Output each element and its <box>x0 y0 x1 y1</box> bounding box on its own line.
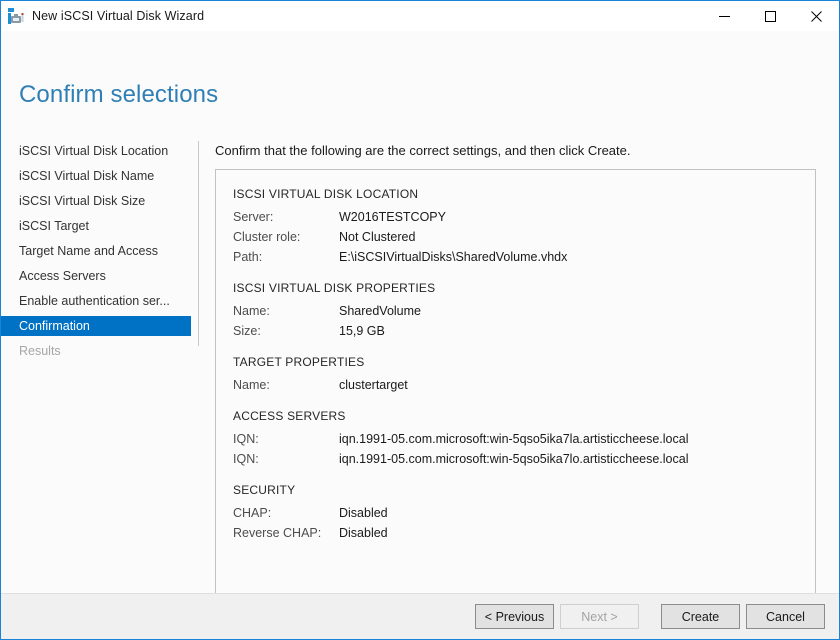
row-label: Name: <box>233 304 339 318</box>
summary-row: Name:clustertarget <box>233 375 815 395</box>
summary-row: Path:E:\iSCSIVirtualDisks\SharedVolume.v… <box>233 247 815 267</box>
row-label: Server: <box>233 210 339 224</box>
row-label: Path: <box>233 250 339 264</box>
nav-step-2[interactable]: iSCSI Virtual Disk Size <box>1 191 191 211</box>
summary-section: ISCSI VIRTUAL DISK LOCATION Server:W2016T… <box>233 187 815 267</box>
row-value: iqn.1991-05.com.microsoft:win-5qso5ika7l… <box>339 452 688 466</box>
section-title: ISCSI VIRTUAL DISK LOCATION <box>233 187 815 201</box>
summary-row: IQN:iqn.1991-05.com.microsoft:win-5qso5i… <box>233 449 815 469</box>
row-value: SharedVolume <box>339 304 421 318</box>
previous-button[interactable]: < Previous <box>475 604 554 629</box>
nav-divider <box>198 141 199 346</box>
section-title: ISCSI VIRTUAL DISK PROPERTIES <box>233 281 815 295</box>
row-value: iqn.1991-05.com.microsoft:win-5qso5ika7l… <box>339 432 688 446</box>
next-button: Next > <box>560 604 639 629</box>
row-label: IQN: <box>233 432 339 446</box>
summary-section: TARGET PROPERTIES Name:clustertarget <box>233 355 815 395</box>
window-controls <box>701 1 839 31</box>
section-title: TARGET PROPERTIES <box>233 355 815 369</box>
wizard-content: Confirm selections iSCSI Virtual Disk Lo… <box>1 31 839 593</box>
row-label: Name: <box>233 378 339 392</box>
row-value: E:\iSCSIVirtualDisks\SharedVolume.vhdx <box>339 250 567 264</box>
main-panel: Confirm that the following are the corre… <box>215 143 839 593</box>
summary-row: Cluster role:Not Clustered <box>233 227 815 247</box>
row-label: Size: <box>233 324 339 338</box>
wizard-window: New iSCSI Virtual Disk Wizard Confi <box>0 0 840 640</box>
row-value: Disabled <box>339 506 388 520</box>
iscsi-disk-icon <box>7 7 25 25</box>
minimize-button[interactable] <box>701 1 747 31</box>
nav-step-5[interactable]: Access Servers <box>1 266 191 286</box>
summary-row: Server:W2016TESTCOPY <box>233 207 815 227</box>
nav-step-7[interactable]: Confirmation <box>1 316 191 336</box>
minimize-icon <box>719 11 730 22</box>
maximize-icon <box>765 11 776 22</box>
summary-section: SECURITYCHAP:DisabledReverse CHAP:Disabl… <box>233 483 815 543</box>
window-title: New iSCSI Virtual Disk Wizard <box>32 9 204 23</box>
nav-step-3[interactable]: iSCSI Target <box>1 216 191 236</box>
summary-section: ISCSI VIRTUAL DISK PROPERTIES Name:Shared… <box>233 281 815 341</box>
page-title: Confirm selections <box>19 81 218 109</box>
summary-row: Size:15,9 GB <box>233 321 815 341</box>
nav-step-0[interactable]: iSCSI Virtual Disk Location <box>1 141 191 161</box>
row-label: CHAP: <box>233 506 339 520</box>
cancel-button[interactable]: Cancel <box>746 604 825 629</box>
close-icon <box>811 11 822 22</box>
close-button[interactable] <box>793 1 839 31</box>
wizard-steps-nav: iSCSI Virtual Disk Location iSCSI Virtual… <box>1 141 198 366</box>
summary-row: Name:SharedVolume <box>233 301 815 321</box>
row-value: W2016TESTCOPY <box>339 210 446 224</box>
row-value: clustertarget <box>339 378 408 392</box>
nav-step-8: Results <box>1 341 191 361</box>
row-label: Reverse CHAP: <box>233 526 339 540</box>
title-bar: New iSCSI Virtual Disk Wizard <box>1 1 839 31</box>
instruction-text: Confirm that the following are the corre… <box>215 143 839 158</box>
create-button[interactable]: Create <box>661 604 740 629</box>
nav-step-1[interactable]: iSCSI Virtual Disk Name <box>1 166 191 186</box>
row-label: Cluster role: <box>233 230 339 244</box>
row-label: IQN: <box>233 452 339 466</box>
summary-row: Reverse CHAP:Disabled <box>233 523 815 543</box>
nav-step-6[interactable]: Enable authentication ser... <box>1 291 191 311</box>
summary-section: ACCESS SERVERS IQN:iqn.1991-05.com.micros… <box>233 409 815 469</box>
wizard-footer: < PreviousNext > CreateCancel <box>1 593 839 639</box>
summary-panel: ISCSI VIRTUAL DISK LOCATION Server:W2016T… <box>215 169 816 593</box>
section-title: SECURITY <box>233 483 815 497</box>
maximize-button[interactable] <box>747 1 793 31</box>
nav-step-4[interactable]: Target Name and Access <box>1 241 191 261</box>
section-title: ACCESS SERVERS <box>233 409 815 423</box>
row-value: Disabled <box>339 526 388 540</box>
row-value: Not Clustered <box>339 230 415 244</box>
row-value: 15,9 GB <box>339 324 385 338</box>
summary-row: IQN:iqn.1991-05.com.microsoft:win-5qso5i… <box>233 429 815 449</box>
summary-row: CHAP:Disabled <box>233 503 815 523</box>
